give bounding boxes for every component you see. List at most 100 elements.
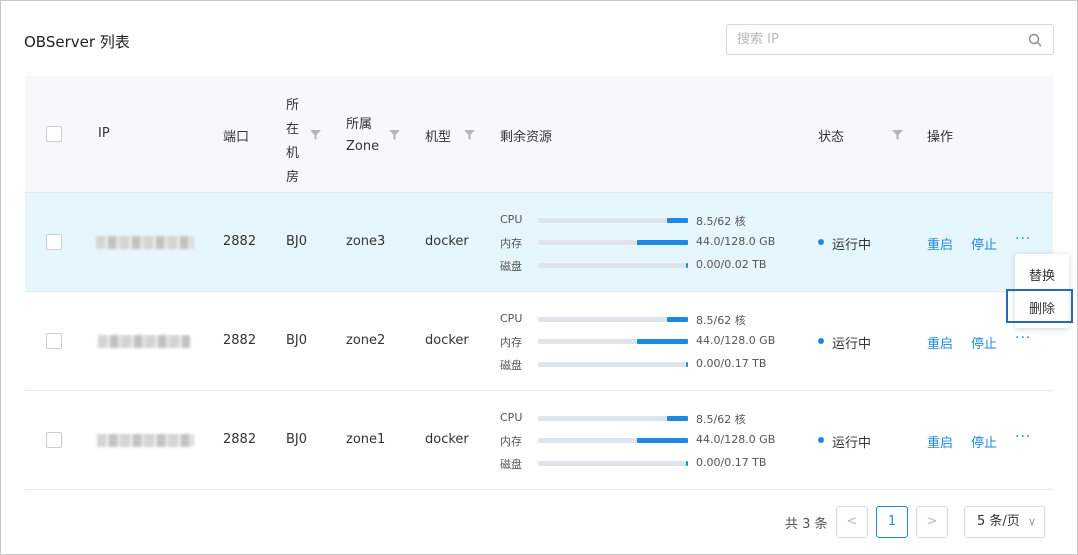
cpu-bar-fill <box>667 416 688 421</box>
column-header-status: 状态 <box>818 130 845 145</box>
restart-link[interactable]: 重启 <box>927 333 953 352</box>
disk-value: 0.00/0.17 TB <box>696 357 767 370</box>
disk-value: 0.00/0.17 TB <box>696 456 767 469</box>
status-dot <box>818 239 824 245</box>
page-size-value: 5 条/页 <box>977 514 1020 529</box>
ip-address-redacted <box>97 434 194 447</box>
cpu-bar <box>538 218 688 223</box>
restart-link[interactable]: 重启 <box>927 234 953 253</box>
table-header: IP 端口 所 在 机 房 所属 Zone 机型 剩余资源 状态 操作 <box>25 76 1053 193</box>
status-dot <box>818 338 824 344</box>
pagination-total: 共 3 条 <box>785 517 828 532</box>
cpu-bar <box>538 317 688 322</box>
page-title: OBServer 列表 <box>24 33 130 51</box>
disk-bar-fill <box>686 362 688 367</box>
status-text: 运行中 <box>832 436 872 451</box>
disk-value: 0.00/0.02 TB <box>696 258 767 271</box>
disk-label: 磁盘 <box>500 458 522 471</box>
search-input[interactable] <box>727 25 1017 54</box>
model-value: docker <box>425 234 469 249</box>
column-header-idc-line: 所 <box>286 98 300 113</box>
cpu-label: CPU <box>500 312 523 325</box>
more-actions-button[interactable]: ··· <box>1015 231 1031 247</box>
stop-link[interactable]: 停止 <box>971 333 997 352</box>
cpu-bar <box>538 416 688 421</box>
memory-bar-fill <box>637 240 688 245</box>
filter-icon[interactable] <box>310 130 321 140</box>
filter-icon[interactable] <box>892 130 903 140</box>
memory-value: 44.0/128.0 GB <box>696 433 776 446</box>
zone-value: zone1 <box>346 432 386 447</box>
table-row: 2882 BJ0 zone3 docker CPU 8.5/62 核 内存 44… <box>25 193 1053 292</box>
memory-bar <box>538 240 688 245</box>
disk-bar-fill <box>686 263 688 268</box>
next-page-button[interactable]: > <box>916 506 948 538</box>
status-dot <box>818 437 824 443</box>
disk-bar-fill <box>686 461 688 466</box>
idc-value: BJ0 <box>286 333 308 348</box>
memory-bar <box>538 339 688 344</box>
select-all-checkbox[interactable] <box>46 126 62 142</box>
column-header-idc-line: 在 <box>286 122 300 137</box>
column-header-actions: 操作 <box>927 130 954 145</box>
ip-address-redacted <box>98 335 190 348</box>
prev-page-button[interactable]: < <box>836 506 868 538</box>
table-row: 2882 BJ0 zone1 docker CPU 8.5/62 核 内存 44… <box>25 391 1053 490</box>
memory-value: 44.0/128.0 GB <box>696 334 776 347</box>
restart-link[interactable]: 重启 <box>927 432 953 451</box>
memory-value: 44.0/128.0 GB <box>696 235 776 248</box>
zone-value: zone2 <box>346 333 386 348</box>
delete-item-focus-outline <box>1006 289 1073 323</box>
more-actions-button[interactable]: ··· <box>1015 330 1031 346</box>
memory-bar <box>538 438 688 443</box>
search-icon[interactable] <box>1027 32 1043 48</box>
memory-bar-fill <box>637 438 688 443</box>
column-header-zone-line: 所属 <box>346 117 373 132</box>
status-text: 运行中 <box>832 238 872 253</box>
ip-address-redacted <box>96 236 194 249</box>
page-button[interactable]: 1 <box>876 506 908 538</box>
row-checkbox[interactable] <box>46 333 62 349</box>
filter-icon[interactable] <box>464 130 475 140</box>
filter-icon[interactable] <box>389 130 400 140</box>
disk-label: 磁盘 <box>500 260 522 273</box>
row-checkbox[interactable] <box>46 432 62 448</box>
column-header-ip: IP <box>98 126 110 141</box>
cpu-label: CPU <box>500 411 523 424</box>
column-header-port: 端口 <box>223 130 250 145</box>
port-value: 2882 <box>223 432 257 447</box>
memory-label: 内存 <box>500 336 522 349</box>
disk-bar <box>538 461 688 466</box>
column-header-resources: 剩余资源 <box>500 130 553 145</box>
zone-value: zone3 <box>346 234 386 249</box>
idc-value: BJ0 <box>286 432 308 447</box>
memory-label: 内存 <box>500 435 522 448</box>
memory-label: 内存 <box>500 237 522 250</box>
observer-list-panel: OBServer 列表 IP 端口 所 在 机 房 所属 Zone 机型 剩余资… <box>0 0 1078 555</box>
chevron-down-icon: ∨ <box>1027 515 1036 528</box>
cpu-bar-fill <box>667 317 688 322</box>
column-header-idc-line: 机 <box>286 146 300 161</box>
port-value: 2882 <box>223 234 257 249</box>
column-header-idc: 所 在 机 房 <box>286 94 299 190</box>
more-actions-button[interactable]: ··· <box>1015 429 1031 445</box>
cpu-bar-fill <box>667 218 688 223</box>
disk-bar <box>538 263 688 268</box>
table-row: 2882 BJ0 zone2 docker CPU 8.5/62 核 内存 44… <box>25 292 1053 391</box>
cpu-value: 8.5/62 核 <box>696 413 746 426</box>
port-value: 2882 <box>223 333 257 348</box>
stop-link[interactable]: 停止 <box>971 234 997 253</box>
cpu-value: 8.5/62 核 <box>696 314 746 327</box>
column-header-model: 机型 <box>425 130 452 145</box>
stop-link[interactable]: 停止 <box>971 432 997 451</box>
cpu-label: CPU <box>500 213 523 226</box>
row-checkbox[interactable] <box>46 234 62 250</box>
model-value: docker <box>425 432 469 447</box>
disk-label: 磁盘 <box>500 359 522 372</box>
status-text: 运行中 <box>832 337 872 352</box>
page-size-select[interactable]: 5 条/页 ∨ <box>964 506 1045 538</box>
menu-item-replace[interactable]: 替换 <box>1015 265 1069 284</box>
disk-bar <box>538 362 688 367</box>
search-box[interactable] <box>726 24 1054 55</box>
idc-value: BJ0 <box>286 234 308 249</box>
